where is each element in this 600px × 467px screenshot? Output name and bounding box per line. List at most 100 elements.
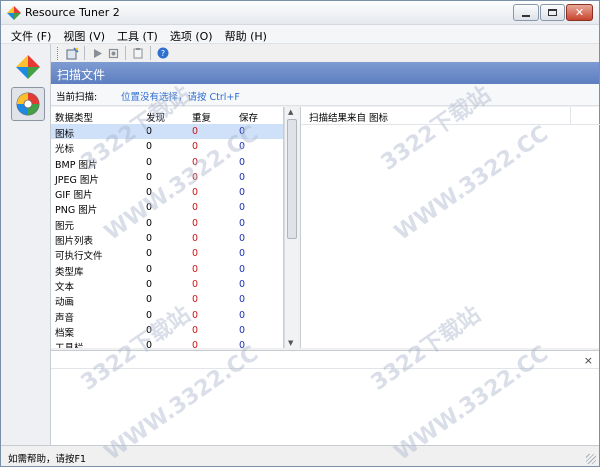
list-scrollbar[interactable]: ▲ ▼	[284, 107, 298, 348]
row-found-cell: 0	[146, 156, 153, 168]
stop-scan-button[interactable]	[106, 46, 120, 60]
scan-results-panel: 扫描结果来自 图标	[300, 107, 600, 348]
column-header-type[interactable]: 数据类型	[55, 110, 93, 124]
menu-help[interactable]: 帮助 (H)	[219, 25, 273, 43]
table-row[interactable]: 光标 0 0 0	[51, 139, 283, 156]
status-text: 如需帮助，请按F1	[8, 454, 87, 465]
scroll-down-icon[interactable]: ▼	[288, 339, 293, 347]
scan-disc-icon	[16, 92, 40, 116]
row-found-cell: 0	[146, 217, 153, 229]
row-duplicate-cell: 0	[192, 217, 199, 229]
row-type-cell: 工具栏	[55, 340, 84, 348]
wizard-button[interactable]	[65, 46, 79, 60]
table-row[interactable]: 工具栏 0 0 0	[51, 338, 283, 348]
table-row[interactable]: PNG 图片 0 0 0	[51, 200, 283, 216]
row-saved-cell: 0	[239, 141, 246, 153]
resize-grip[interactable]	[586, 454, 596, 464]
row-found-cell: 0	[146, 141, 153, 153]
row-duplicate-cell: 0	[192, 340, 199, 348]
toolbar: ?	[51, 44, 599, 62]
row-saved-cell: 0	[239, 217, 246, 229]
row-type-cell: 图标	[55, 129, 75, 140]
row-type-cell: 光标	[55, 144, 75, 156]
toolbar-grip[interactable]	[57, 46, 60, 60]
table-row[interactable]: 图片列表 0 0 0	[51, 231, 283, 247]
row-saved-cell: 0	[239, 126, 246, 137]
row-duplicate-cell: 0	[192, 309, 199, 321]
row-type-cell: GIF 图片	[55, 190, 93, 202]
title-bar[interactable]: Resource Tuner 2 ✕	[1, 1, 599, 25]
copy-button[interactable]	[131, 46, 145, 60]
close-button[interactable]: ✕	[566, 4, 593, 21]
row-saved-cell: 0	[239, 263, 246, 275]
table-row[interactable]: 图元 0 0 0	[51, 216, 283, 232]
start-scan-button[interactable]	[90, 46, 104, 60]
table-row[interactable]: BMP 图片 0 0 0	[51, 155, 283, 171]
current-scan-bar: 当前扫描: 位置没有选择，请按 Ctrl+F	[51, 84, 599, 106]
table-row[interactable]: 动画 0 0 0	[51, 292, 283, 309]
data-type-list: 数据类型 发现 重复 保存 图标 0 0 0 光标 0 0 0 BMP 图片 0 0 0 JPEG 图片…	[51, 107, 284, 348]
header-divider	[301, 124, 600, 125]
row-type-cell: 动画	[55, 297, 75, 309]
menu-file[interactable]: 文件 (F)	[1, 25, 57, 43]
table-row[interactable]: 图标 0 0 0	[51, 124, 283, 140]
table-row[interactable]: JPEG 图片 0 0 0	[51, 170, 283, 186]
column-header-duplicate[interactable]: 重复	[192, 110, 211, 124]
row-saved-cell: 0	[239, 294, 246, 306]
row-saved-cell: 0	[239, 278, 246, 290]
row-type-cell: 档案	[55, 327, 75, 339]
row-found-cell: 0	[146, 126, 153, 137]
section-header: 扫描文件	[51, 62, 599, 84]
help-icon: ?	[157, 47, 169, 59]
output-close-icon[interactable]: ×	[584, 354, 593, 367]
column-divider[interactable]	[570, 107, 571, 124]
column-header-saved[interactable]: 保存	[239, 110, 258, 124]
row-saved-cell: 0	[239, 171, 246, 183]
table-row[interactable]: 可执行文件 0 0 0	[51, 246, 283, 263]
row-saved-cell: 0	[239, 248, 246, 260]
results-header: 扫描结果来自 图标	[309, 113, 389, 124]
table-row[interactable]: GIF 图片 0 0 0	[51, 185, 283, 202]
close-icon: ✕	[574, 6, 585, 19]
row-duplicate-cell: 0	[192, 156, 199, 168]
scan-location-hint[interactable]: 位置没有选择，请按 Ctrl+F	[121, 89, 240, 103]
table-row[interactable]: 类型库 0 0 0	[51, 262, 283, 278]
toolbar-separator	[150, 46, 151, 60]
table-row[interactable]: 文本 0 0 0	[51, 277, 283, 293]
menu-options[interactable]: 选项 (O)	[164, 25, 219, 43]
svg-text:?: ?	[161, 49, 165, 58]
output-panel: ×	[51, 350, 599, 445]
row-saved-cell: 0	[239, 324, 246, 336]
row-duplicate-cell: 0	[192, 126, 199, 137]
maximize-icon	[548, 9, 557, 16]
window-title: Resource Tuner 2	[25, 6, 120, 19]
scan-files-button[interactable]	[11, 87, 45, 121]
row-duplicate-cell: 0	[192, 202, 199, 214]
row-found-cell: 0	[146, 202, 153, 214]
minimize-button[interactable]	[513, 4, 539, 21]
row-found-cell: 0	[146, 309, 153, 321]
help-button[interactable]: ?	[156, 46, 170, 60]
menu-bar: 文件 (F) 视图 (V) 工具 (T) 选项 (O) 帮助 (H)	[1, 25, 599, 44]
row-type-cell: 可执行文件	[55, 251, 103, 263]
row-duplicate-cell: 0	[192, 187, 199, 199]
stop-icon	[108, 48, 118, 58]
menu-view[interactable]: 视图 (V)	[57, 25, 111, 43]
resource-editor-button[interactable]	[11, 50, 45, 84]
row-saved-cell: 0	[239, 202, 246, 214]
table-row[interactable]: 档案 0 0 0	[51, 323, 283, 339]
menu-tools[interactable]: 工具 (T)	[111, 25, 164, 43]
row-type-cell: BMP 图片	[55, 159, 98, 171]
row-duplicate-cell: 0	[192, 233, 199, 245]
column-header-found[interactable]: 发现	[146, 110, 165, 124]
row-saved-cell: 0	[239, 187, 246, 199]
row-found-cell: 0	[146, 233, 153, 245]
row-type-cell: 声音	[55, 312, 75, 324]
scroll-up-icon[interactable]: ▲	[288, 108, 293, 116]
maximize-button[interactable]	[540, 4, 565, 21]
scrollbar-thumb[interactable]	[287, 119, 297, 239]
list-rows: 图标 0 0 0 光标 0 0 0 BMP 图片 0 0 0 JPEG 图片 0 0 0 GIF 图片 0 0 0 PN…	[51, 124, 283, 348]
row-duplicate-cell: 0	[192, 248, 199, 260]
status-bar: 如需帮助，请按F1	[1, 445, 599, 466]
table-row[interactable]: 声音 0 0 0	[51, 308, 283, 324]
